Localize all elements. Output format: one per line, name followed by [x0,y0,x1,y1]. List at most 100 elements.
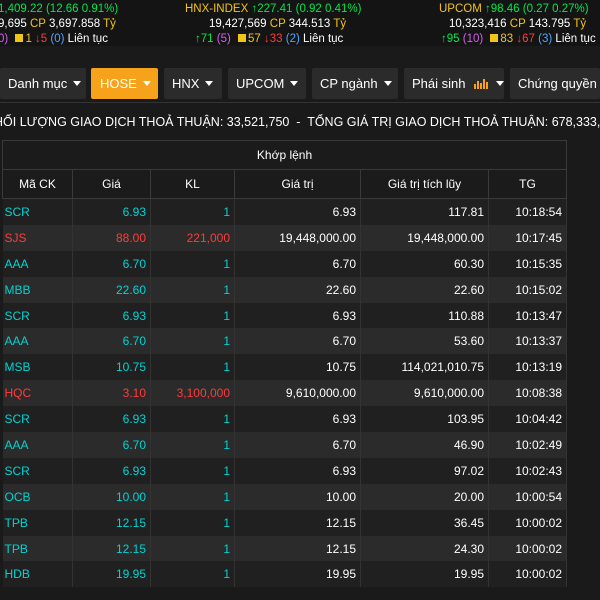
cell-time: 10:13:19 [488,354,568,381]
cell-value: 19,448,000.00 [234,224,361,251]
index-hnx[interactable]: HNX-INDEX 227.41 (0.92 0.41%) 19,427,569… [185,2,361,47]
index-unchanged-count: 83 [500,33,514,45]
cell-value: 22.60 [234,276,361,303]
cell-symbol[interactable]: AAA [2,432,73,458]
table-row[interactable]: OCB 10.00 1 10.00 20.00 10:00:54 [2,483,568,510]
chevron-down-icon [290,81,299,86]
cell-symbol[interactable]: HDB [2,561,73,588]
cell-volume: 221,000 [150,224,235,251]
summary-value-label: TỔNG GIÁ TRỊ GIAO DỊCH THOẢ THUẬN: [307,115,549,129]
tab-upcom[interactable]: UPCOM [228,68,306,99]
index-session: Liên tục [303,33,344,45]
table-row[interactable]: SCR 6.93 1 6.93 117.81 10:18:54 [2,198,568,225]
table-row[interactable]: SJS 88.00 221,000 19,448,000.00 19,448,000.0… [2,224,568,251]
index-floor-count: (0) [50,33,65,45]
index-unchanged-count: 57 [248,33,261,45]
index-ceiling-count: (10) [462,33,484,45]
cell-symbol[interactable]: SJS [2,224,73,251]
index-value: 1,409.22 [0,3,43,15]
cell-cumulative: 114,021,010.75 [360,354,489,381]
table-row[interactable]: TPB 12.15 1 12.15 24.30 10:00:02 [2,535,568,562]
table-row[interactable]: TPB 12.15 1 12.15 36.45 10:00:02 [2,509,568,536]
cell-time: 10:08:38 [488,380,568,407]
chevron-down-icon [142,81,151,86]
index-session: Liên tục [555,33,596,45]
table-row[interactable]: AAA 6.70 1 6.70 60.30 10:15:35 [2,250,568,277]
cell-time: 10:13:37 [488,328,568,355]
table-row[interactable]: AAA 6.70 1 6.70 53.60 10:13:37 [2,328,568,355]
table-row[interactable]: MBB 22.60 1 22.60 22.60 10:15:02 [2,276,568,303]
tab-label: UPCOM [236,76,285,91]
cell-cumulative: 60.30 [360,250,489,277]
cell-cumulative: 117.81 [360,198,489,225]
cell-symbol[interactable]: SCR [2,457,73,484]
index-change: (12.66 0.91%) [45,3,119,15]
cell-volume: 1 [150,250,235,277]
tab-phai-sinh[interactable]: Phái sinh [404,68,504,99]
cell-value: 10.75 [234,354,361,381]
tab-danh-muc[interactable]: Danh mục [0,68,86,99]
cell-symbol[interactable]: SCR [2,302,73,329]
column-header-volume[interactable]: KL [150,169,235,199]
cell-volume: 1 [150,457,235,484]
cell-cumulative: 9,610,000.00 [360,380,489,407]
index-value: 227.41 [257,3,293,15]
column-header-value[interactable]: Giá trị [234,169,361,199]
index-upcom[interactable]: UPCOM 98.46 (0.27 0.27%) 10,323,416 CP 1… [439,2,596,47]
cell-cumulative: 19.95 [360,561,489,588]
column-header-price[interactable]: Giá [72,169,151,199]
cell-symbol[interactable]: OCB [2,483,73,510]
cell-volume: 1 [150,276,235,303]
cell-cumulative: 46.90 [360,432,489,458]
cell-price: 6.93 [72,457,151,484]
matched-orders-table: Khớp lệnh Mã CK Giá KL Giá trị Giá trị t… [1,140,568,588]
table-row[interactable]: AAA 6.70 1 6.70 46.90 10:02:49 [2,432,568,458]
tab-label: Phái sinh [412,76,466,91]
cell-price: 3.10 [72,380,151,407]
cell-volume: 1 [150,406,235,433]
table-row[interactable]: SCR 6.93 1 6.93 110.88 10:13:47 [2,302,568,329]
cell-symbol[interactable]: SCR [2,198,73,225]
unchanged-square-icon [490,34,499,42]
chevron-down-icon [205,81,214,86]
cell-value: 19.95 [234,561,361,588]
cell-symbol[interactable]: TPB [2,535,73,562]
index-name: HNX-INDEX [185,3,249,15]
cell-symbol[interactable]: HQC [2,380,73,407]
cell-symbol[interactable]: MSB [2,354,73,381]
table-row[interactable]: HDB 19.95 1 19.95 19.95 10:00:02 [2,561,568,588]
index-value-label: CP [509,18,526,30]
cell-value: 12.15 [234,535,361,562]
summary-value-value: 678,333, [551,115,600,129]
cell-cumulative: 53.60 [360,328,489,355]
table-row[interactable]: SCR 6.93 1 6.93 97.02 10:02:43 [2,457,568,484]
cell-symbol[interactable]: SCR [2,406,73,433]
index-vnindex[interactable]: 1,409.22 (12.66 0.91%) 9,695 CP 3,697.85… [0,2,118,47]
summary-volume-label: HỐI LƯỢNG GIAO DỊCH THOẢ THUẬN: [0,115,224,129]
cell-time: 10:17:45 [488,224,568,251]
table-row[interactable]: HQC 3.10 3,100,000 9,610,000.00 9,610,000.00… [2,380,568,407]
tab-chung-quyen[interactable]: Chứng quyền [510,68,600,99]
table-row[interactable]: SCR 6.93 1 6.93 103.95 10:04:42 [2,406,568,433]
tab-hose[interactable]: HOSE [91,68,158,99]
tab-cp-nganh[interactable]: CP ngành [312,68,398,99]
tab-hnx[interactable]: HNX [164,68,222,99]
cell-symbol[interactable]: TPB [2,509,73,536]
cell-symbol[interactable]: AAA [2,328,73,355]
cell-volume: 1 [150,354,235,381]
column-header-cumulative[interactable]: Giá trị tích lũy [360,169,489,199]
chevron-down-icon [383,81,392,86]
cell-symbol[interactable]: MBB [2,276,73,303]
cell-value: 6.93 [234,198,361,225]
index-change: (0.92 0.41%) [295,3,362,15]
index-value-amount: 3,697.858 [48,18,101,30]
table-row[interactable]: MSB 10.75 1 10.75 114,021,010.75 10:13:19 [2,354,568,381]
column-header-symbol[interactable]: Mã CK [2,169,73,199]
cell-cumulative: 24.30 [360,535,489,562]
cell-cumulative: 19,448,000.00 [360,224,489,251]
chevron-down-icon [73,81,82,86]
cell-symbol[interactable]: AAA [2,250,73,277]
cell-time: 10:18:54 [488,198,568,225]
bar-chart-icon [474,79,489,89]
column-header-time[interactable]: TG [487,169,568,199]
